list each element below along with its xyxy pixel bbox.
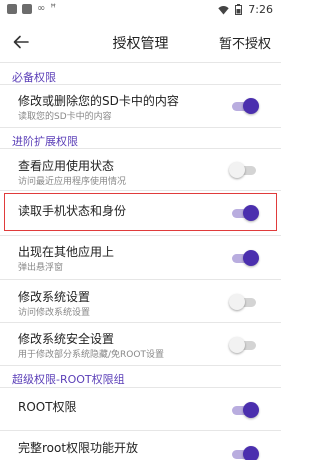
permission-subtitle: 读取您的SD卡中的内容	[18, 112, 112, 122]
permission-row-overlay[interactable]: 出现在其他应用上 弹出悬浮窗	[0, 238, 281, 276]
permission-toggle[interactable]	[229, 444, 259, 460]
divider	[0, 84, 281, 85]
permission-toggle[interactable]	[229, 292, 259, 312]
permission-toggle[interactable]	[229, 335, 259, 355]
app-notification-icon: ꟸ	[50, 3, 57, 14]
status-bar: ∞ ꟸ 7:26	[0, 0, 281, 22]
permission-title: 出现在其他应用上	[18, 245, 115, 259]
permission-subtitle: 弹出悬浮窗	[18, 263, 64, 273]
divider	[0, 62, 281, 63]
battery-icon	[235, 4, 243, 15]
status-bar-system: 7:26	[218, 3, 273, 16]
divider	[0, 235, 281, 236]
notification-icon	[7, 4, 17, 14]
permission-title: ROOT权限	[18, 400, 77, 414]
permission-title: 修改系统安全设置	[18, 332, 115, 346]
permission-toggle[interactable]	[229, 400, 259, 420]
permission-toggle[interactable]	[229, 248, 259, 268]
permission-row-root[interactable]: ROOT权限	[0, 390, 281, 426]
divider	[0, 430, 281, 431]
permission-row-usage-stats[interactable]: 查看应用使用状态 访问最近应用程序使用情况	[0, 150, 281, 188]
highlight-box	[4, 193, 277, 231]
divider	[0, 148, 281, 149]
permission-title: 完整root权限功能开放	[18, 441, 139, 455]
divider	[0, 279, 281, 280]
skip-authorization-button[interactable]: 暂不授权	[219, 33, 271, 52]
permission-subtitle: 用于修改部分系统隐藏/免ROOT设置	[18, 350, 164, 360]
permission-row-secure-settings[interactable]: 修改系统安全设置 用于修改部分系统隐藏/免ROOT设置	[0, 325, 281, 363]
divider	[0, 387, 281, 388]
permission-toggle[interactable]	[229, 160, 259, 180]
permission-subtitle: 访问最近应用程序使用情况	[18, 177, 127, 187]
permission-row-write-settings[interactable]: 修改系统设置 访问修改系统设置	[0, 282, 281, 320]
divider	[0, 365, 281, 366]
permission-title: 修改或删除您的SD卡中的内容	[18, 94, 179, 108]
section-header-required: 必备权限	[12, 71, 56, 84]
permission-row-sd-card[interactable]: 修改或删除您的SD卡中的内容 读取您的SD卡中的内容	[0, 86, 281, 124]
app-bar: 授权管理 暂不授权	[0, 22, 281, 62]
wifi-icon	[218, 5, 229, 14]
section-header-root: 超级权限-ROOT权限组	[12, 373, 125, 386]
divider	[0, 190, 281, 191]
status-bar-notifications: ∞ ꟸ	[7, 4, 56, 14]
permission-title: 查看应用使用状态	[18, 159, 115, 173]
permission-subtitle: 访问修改系统设置	[18, 308, 91, 318]
divider	[0, 127, 281, 128]
permission-row-full-root[interactable]: 完整root权限功能开放	[0, 432, 281, 460]
notification-icon	[22, 4, 32, 14]
section-header-extended: 进阶扩展权限	[12, 135, 78, 148]
clock: 7:26	[248, 3, 273, 16]
permission-toggle[interactable]	[229, 96, 259, 116]
infinity-icon: ∞	[37, 3, 46, 14]
divider	[0, 322, 281, 323]
permission-title: 修改系统设置	[18, 290, 91, 304]
